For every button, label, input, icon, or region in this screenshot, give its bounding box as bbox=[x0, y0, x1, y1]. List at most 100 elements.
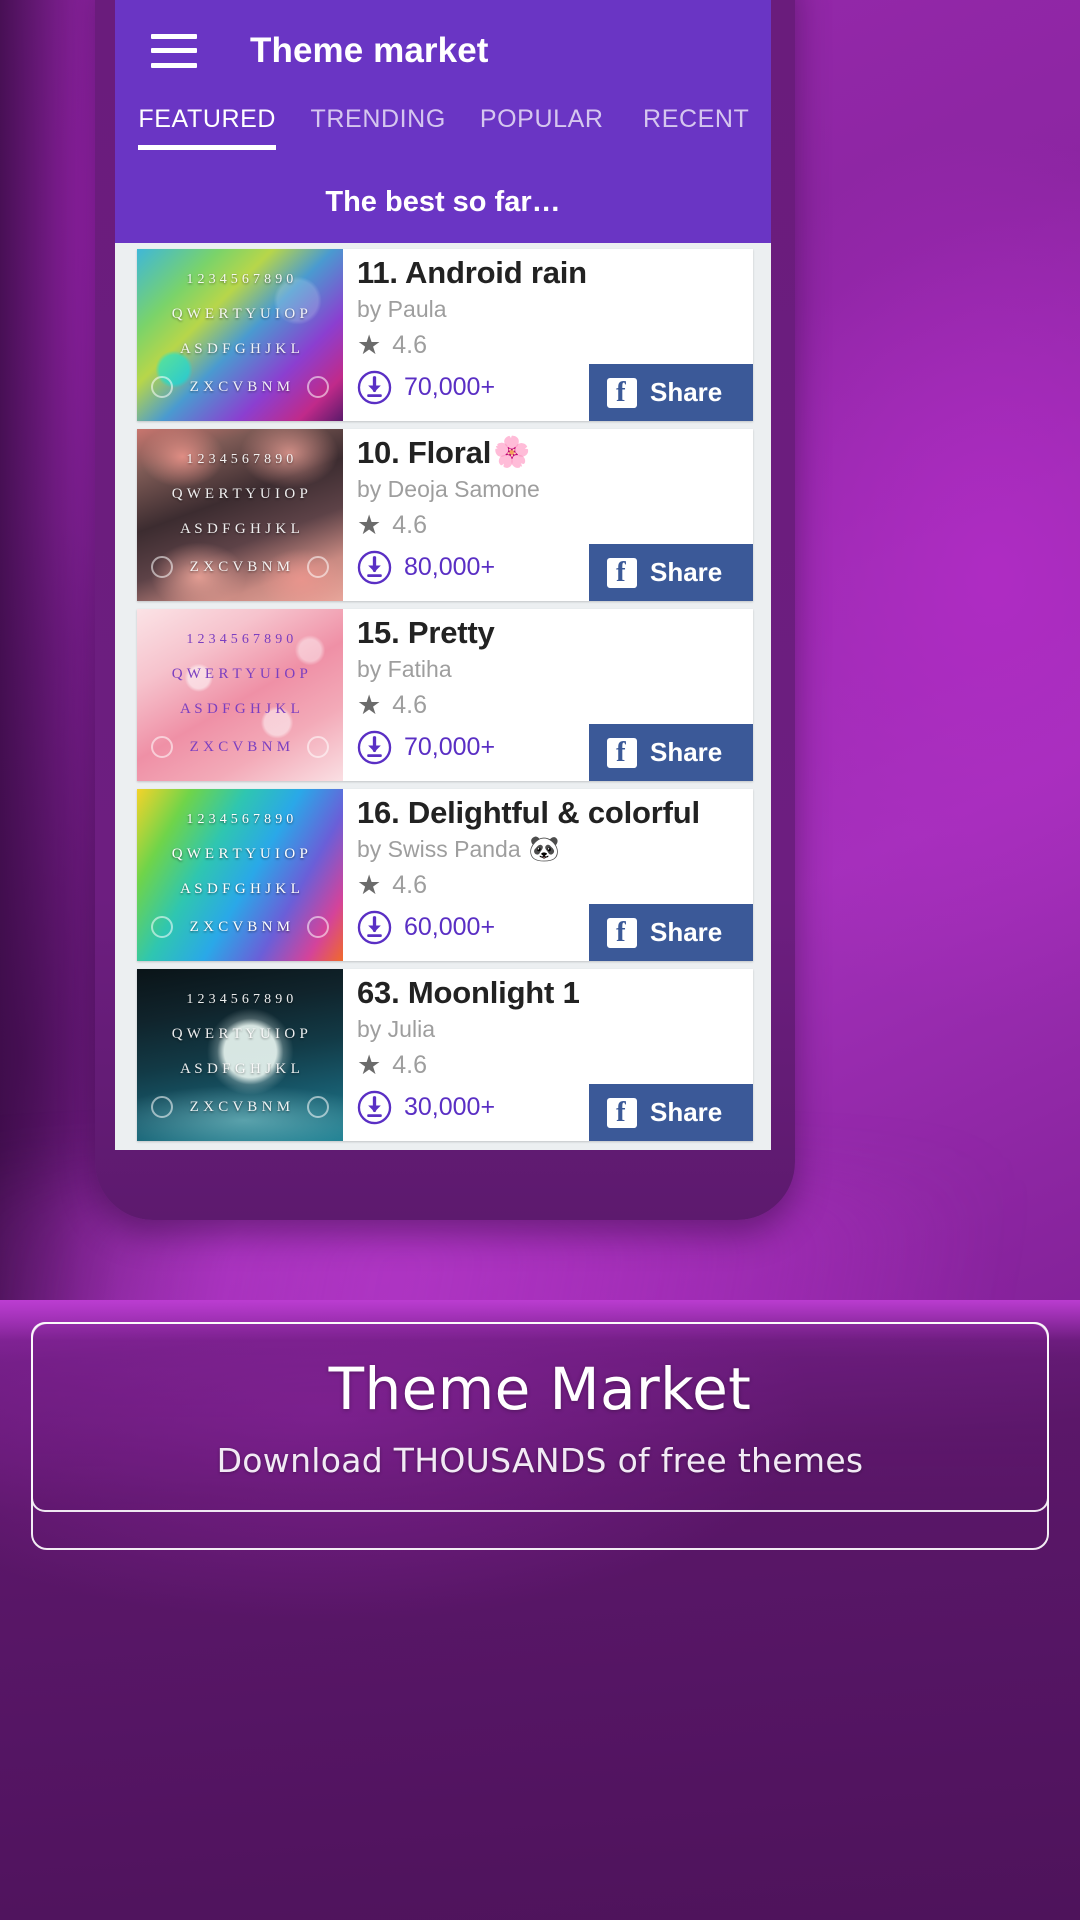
tab-recent[interactable]: RECENT bbox=[621, 101, 771, 134]
theme-thumbnail[interactable]: 1 2 3 4 5 6 7 8 9 0 Q W E R T Y U I O P … bbox=[137, 429, 343, 601]
app-viewport: Theme market FEATURED TRENDING POPULAR R… bbox=[115, 0, 771, 1150]
theme-thumbnail[interactable]: 1 2 3 4 5 6 7 8 9 0 Q W E R T Y U I O P … bbox=[137, 789, 343, 961]
theme-title: 15. Pretty bbox=[357, 616, 753, 650]
theme-title-text: 63. Moonlight 1 bbox=[357, 975, 580, 1010]
theme-card[interactable]: 1 2 3 4 5 6 7 8 9 0 Q W E R T Y U I O P … bbox=[137, 609, 753, 781]
thumb-key-row-2: A S D F G H J K L bbox=[179, 521, 301, 537]
thumb-key-row-3: Z X C V B N M bbox=[143, 736, 337, 758]
facebook-share-button[interactable]: Share bbox=[589, 544, 753, 601]
share-button-label: Share bbox=[650, 557, 723, 587]
download-circle-icon bbox=[357, 550, 392, 584]
theme-download-count: 70,000+ bbox=[404, 372, 496, 401]
tab-featured[interactable]: FEATURED bbox=[120, 101, 294, 150]
theme-author: by Fatiha bbox=[357, 656, 753, 683]
theme-list[interactable]: 1 2 3 4 5 6 7 8 9 0 Q W E R T Y U I O P … bbox=[115, 243, 771, 1150]
theme-card[interactable]: 1 2 3 4 5 6 7 8 9 0 Q W E R T Y U I O P … bbox=[137, 789, 753, 961]
thumb-shift-key-icon bbox=[151, 376, 174, 398]
tab-bar: FEATURED TRENDING POPULAR RECENT bbox=[115, 101, 771, 167]
theme-rating-value: 4.6 bbox=[392, 870, 427, 899]
theme-card[interactable]: 1 2 3 4 5 6 7 8 9 0 Q W E R T Y U I O P … bbox=[137, 249, 753, 421]
thumb-key-row-2: A S D F G H J K L bbox=[179, 1061, 301, 1077]
thumb-shift-key-icon bbox=[151, 556, 174, 578]
thumb-shift-key-icon bbox=[151, 1096, 174, 1118]
facebook-f-icon bbox=[607, 556, 637, 589]
thumb-key-row-2: A S D F G H J K L bbox=[179, 701, 301, 717]
theme-card-body: 10. Floral 🌸 by Deoja Samone ★ 4.6 80,00 bbox=[343, 429, 753, 601]
thumb-key-row-3-letters: Z X C V B N M bbox=[189, 918, 291, 935]
theme-author: by Swiss Panda 🐼 bbox=[357, 836, 753, 863]
theme-download-count: 60,000+ bbox=[404, 912, 496, 941]
promo-banner-title: Theme Market bbox=[328, 1354, 752, 1423]
hamburger-line-2 bbox=[151, 48, 197, 53]
download-circle-icon bbox=[357, 1090, 392, 1124]
facebook-f-icon bbox=[607, 736, 637, 769]
theme-thumbnail[interactable]: 1 2 3 4 5 6 7 8 9 0 Q W E R T Y U I O P … bbox=[137, 249, 343, 421]
facebook-share-button[interactable]: Share bbox=[589, 1084, 753, 1141]
theme-card[interactable]: 1 2 3 4 5 6 7 8 9 0 Q W E R T Y U I O P … bbox=[137, 429, 753, 601]
theme-author: by Julia bbox=[357, 1016, 753, 1043]
tab-trending[interactable]: TRENDING bbox=[294, 101, 461, 134]
facebook-f-icon bbox=[607, 1096, 637, 1129]
thumb-key-row-numbers: 1 2 3 4 5 6 7 8 9 0 bbox=[186, 272, 294, 287]
thumb-key-row-1: Q W E R T Y U I O P bbox=[171, 1026, 309, 1042]
theme-card[interactable]: 1 2 3 4 5 6 7 8 9 0 Q W E R T Y U I O P … bbox=[137, 969, 753, 1141]
thumbnail-keyboard-preview: 1 2 3 4 5 6 7 8 9 0 Q W E R T Y U I O P … bbox=[137, 609, 343, 781]
star-icon: ★ bbox=[357, 329, 382, 360]
facebook-share-button[interactable]: Share bbox=[589, 364, 753, 421]
thumb-key-row-1: Q W E R T Y U I O P bbox=[171, 666, 309, 682]
theme-rating: ★ 4.6 bbox=[357, 1051, 753, 1080]
thumb-key-row-1: Q W E R T Y U I O P bbox=[171, 486, 309, 502]
theme-author-text: by Swiss Panda bbox=[357, 835, 521, 862]
thumbnail-keyboard-preview: 1 2 3 4 5 6 7 8 9 0 Q W E R T Y U I O P … bbox=[137, 429, 343, 601]
thumb-key-row-3: Z X C V B N M bbox=[143, 1096, 337, 1118]
hamburger-line-3 bbox=[151, 62, 197, 68]
thumb-key-row-3-letters: Z X C V B N M bbox=[189, 738, 291, 755]
thumbnail-keyboard-preview: 1 2 3 4 5 6 7 8 9 0 Q W E R T Y U I O P … bbox=[137, 969, 343, 1141]
share-button-label: Share bbox=[650, 1097, 723, 1127]
theme-rating: ★ 4.6 bbox=[357, 331, 753, 360]
thumb-key-row-numbers: 1 2 3 4 5 6 7 8 9 0 bbox=[186, 812, 294, 827]
star-icon: ★ bbox=[357, 509, 382, 540]
thumb-backspace-key-icon bbox=[306, 916, 329, 938]
facebook-share-button[interactable]: Share bbox=[589, 724, 753, 781]
thumb-shift-key-icon bbox=[151, 736, 174, 758]
thumb-key-row-3: Z X C V B N M bbox=[143, 916, 337, 938]
thumb-backspace-key-icon bbox=[306, 376, 329, 398]
tab-active-indicator bbox=[138, 145, 277, 150]
theme-rating: ★ 4.6 bbox=[357, 511, 753, 540]
theme-title-text: 10. Floral bbox=[357, 435, 492, 470]
thumb-key-row-numbers: 1 2 3 4 5 6 7 8 9 0 bbox=[186, 632, 294, 647]
tab-popular[interactable]: POPULAR bbox=[462, 101, 622, 134]
tab-featured-label: FEATURED bbox=[138, 105, 277, 133]
theme-title-emoji: 🌸 bbox=[493, 436, 531, 470]
theme-thumbnail[interactable]: 1 2 3 4 5 6 7 8 9 0 Q W E R T Y U I O P … bbox=[137, 969, 343, 1141]
theme-rating-value: 4.6 bbox=[392, 330, 427, 359]
page-title: Theme market bbox=[250, 30, 489, 70]
theme-author-text: by Julia bbox=[357, 1015, 435, 1042]
theme-rating-value: 4.6 bbox=[392, 510, 427, 539]
theme-title-text: 16. Delightful & colorful bbox=[357, 795, 700, 830]
theme-author: by Deoja Samone bbox=[357, 476, 753, 503]
facebook-share-button[interactable]: Share bbox=[589, 904, 753, 961]
thumb-key-row-numbers: 1 2 3 4 5 6 7 8 9 0 bbox=[186, 452, 294, 467]
tab-trending-label: TRENDING bbox=[310, 105, 446, 133]
hamburger-menu-icon[interactable] bbox=[151, 33, 197, 68]
hamburger-line-1 bbox=[151, 33, 197, 39]
thumb-key-row-3-letters: Z X C V B N M bbox=[189, 558, 291, 575]
thumb-key-row-3-letters: Z X C V B N M bbox=[189, 378, 291, 395]
download-circle-icon bbox=[357, 370, 392, 404]
theme-thumbnail[interactable]: 1 2 3 4 5 6 7 8 9 0 Q W E R T Y U I O P … bbox=[137, 609, 343, 781]
star-icon: ★ bbox=[357, 689, 382, 720]
theme-author-text: by Deoja Samone bbox=[357, 475, 540, 502]
promo-banner-subtitle: Download THOUSANDS of free themes bbox=[216, 1440, 864, 1480]
section-heading: The best so far… bbox=[115, 167, 771, 243]
thumb-key-row-1: Q W E R T Y U I O P bbox=[171, 306, 309, 322]
facebook-f-icon bbox=[607, 376, 637, 409]
tab-recent-label: RECENT bbox=[643, 105, 750, 133]
thumb-backspace-key-icon bbox=[306, 1096, 329, 1118]
theme-card-body: 11. Android rain by Paula ★ 4.6 70,000+ bbox=[343, 249, 753, 421]
share-button-label: Share bbox=[650, 737, 723, 767]
star-icon: ★ bbox=[357, 1049, 382, 1080]
thumb-backspace-key-icon bbox=[306, 736, 329, 758]
thumb-key-row-3: Z X C V B N M bbox=[143, 556, 337, 578]
